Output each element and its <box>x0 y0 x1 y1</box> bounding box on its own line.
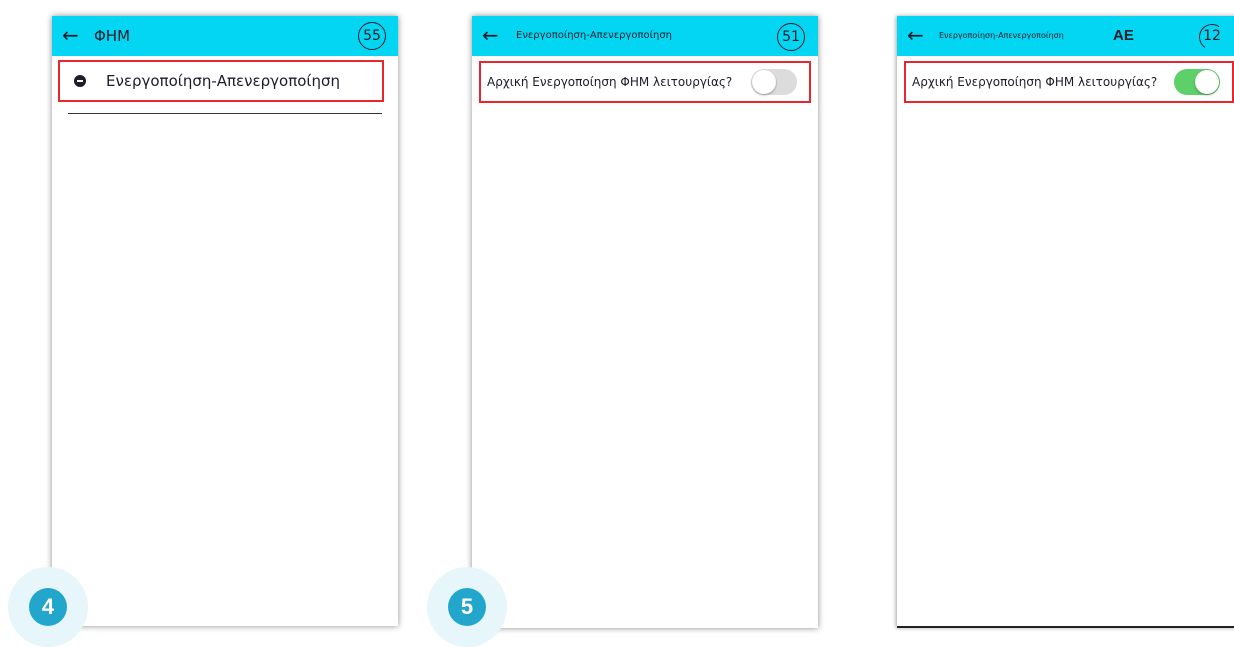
app-bar: ← Ενεργοποίηση-Απενεργοποίηση 51 <box>472 16 818 56</box>
activation-toggle-row: Αρχική Ενεργοποίηση ΦΗΜ λειτουργίας? <box>479 61 811 103</box>
page-title: Ενεργοποίηση-Απενεργοποίηση <box>516 30 673 41</box>
phone-screen-activation-on: ← Ενεργοποίηση-Απενεργοποίηση AE 12 Αρχι… <box>897 16 1234 628</box>
counter-badge: 12 <box>1196 21 1228 53</box>
toggle-label: Αρχική Ενεργοποίηση ΦΗΜ λειτουργίας? <box>912 75 1158 89</box>
menu-item-activation[interactable]: Ενεργοποίηση-Απενεργοποίηση <box>58 60 384 102</box>
toggle-dot-icon <box>74 75 86 87</box>
app-bar: ← Ενεργοποίηση-Απενεργοποίηση AE 12 <box>897 16 1234 56</box>
switch-knob <box>752 70 776 94</box>
step-number: 5 <box>448 588 486 626</box>
title-badge: AE <box>1113 27 1134 44</box>
step-marker-4: 4 <box>8 567 88 647</box>
activation-toggle-row: Αρχική Ενεργοποίηση ΦΗΜ λειτουργίας? <box>904 61 1234 103</box>
step-marker-5: 5 <box>427 567 507 647</box>
toggle-label: Αρχική Ενεργοποίηση ΦΗΜ λειτουργίας? <box>487 75 733 89</box>
divider <box>68 113 382 114</box>
counter-badge: 55 <box>358 22 386 50</box>
page-title: ΦΗΜ <box>94 27 131 45</box>
step-number: 4 <box>29 588 67 626</box>
back-arrow-icon[interactable]: ← <box>907 23 924 47</box>
back-arrow-icon[interactable]: ← <box>482 23 499 47</box>
menu-item-label: Ενεργοποίηση-Απενεργοποίηση <box>106 72 341 90</box>
page-title: Ενεργοποίηση-Απενεργοποίηση <box>939 31 1064 40</box>
activation-switch[interactable] <box>1174 69 1220 95</box>
back-arrow-icon[interactable]: ← <box>62 23 79 47</box>
phone-screen-fim-menu: ← ΦΗΜ 55 Ενεργοποίηση-Απενεργοποίηση <box>52 16 398 626</box>
activation-switch[interactable] <box>751 69 797 95</box>
progress-arc <box>1196 21 1228 53</box>
counter-badge: 51 <box>777 23 805 51</box>
switch-knob <box>1195 70 1219 94</box>
app-bar: ← ΦΗΜ 55 <box>52 16 398 56</box>
phone-screen-activation-off: ← Ενεργοποίηση-Απενεργοποίηση 51 Αρχική … <box>472 16 818 628</box>
